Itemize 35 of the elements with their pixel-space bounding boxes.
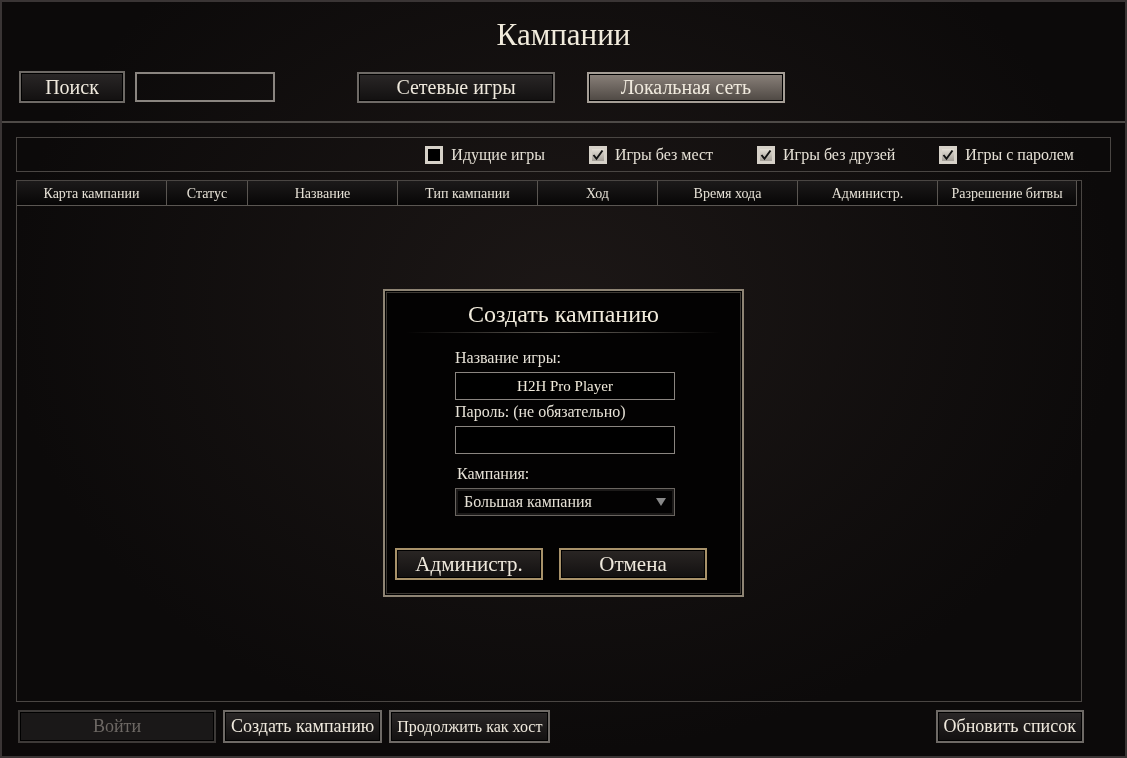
dropdown-value: Большая кампания [464, 493, 592, 511]
column-header[interactable]: Статус [167, 181, 248, 206]
checkbox-label: Игры с паролем [965, 145, 1074, 164]
field-label: Название игры: [455, 349, 562, 369]
action-button[interactable]: Продолжить как хост [389, 710, 551, 743]
checkbox[interactable] [588, 145, 607, 164]
search-field[interactable] [135, 72, 275, 102]
checkbox[interactable] [939, 145, 958, 164]
input-field[interactable] [455, 426, 675, 454]
column-header[interactable]: Тип кампании [398, 181, 538, 206]
screen-title: Кампании [495, 16, 632, 54]
checkbox-label: Идущие игры [451, 145, 545, 164]
action-button[interactable]: Создать кампанию [223, 710, 383, 743]
column-header[interactable]: Ход [538, 181, 658, 206]
input-field[interactable]: H2H Pro Player [455, 372, 675, 400]
column-header[interactable]: Название [248, 181, 398, 206]
column-header[interactable]: Администр. [798, 181, 938, 206]
tab[interactable]: Сетевые игры [357, 71, 555, 103]
caret-icon [656, 498, 666, 506]
dialog-title: Создать кампанию [467, 301, 660, 328]
column-header[interactable]: Время хода [658, 181, 798, 206]
field-label: Кампания: [456, 465, 531, 484]
column-header[interactable]: Карта кампании [17, 181, 167, 206]
field-label: Пароль: (не обязательно) [455, 403, 627, 423]
campaign-dropdown[interactable]: Большая кампания [455, 488, 675, 516]
search-button[interactable]: Поиск [19, 71, 125, 103]
checkbox[interactable] [757, 145, 776, 164]
tab[interactable]: Локальная сеть [587, 71, 785, 103]
dialog-button[interactable]: Администр. [395, 548, 543, 580]
action-button[interactable]: Обновить список [935, 710, 1084, 743]
checkbox-label: Игры без мест [614, 145, 714, 164]
column-header[interactable]: Разрешение битвы [938, 181, 1077, 206]
checkbox-label: Игры без друзей [783, 145, 896, 164]
checkbox[interactable] [425, 145, 444, 164]
dialog-button[interactable]: Отмена [559, 548, 707, 580]
